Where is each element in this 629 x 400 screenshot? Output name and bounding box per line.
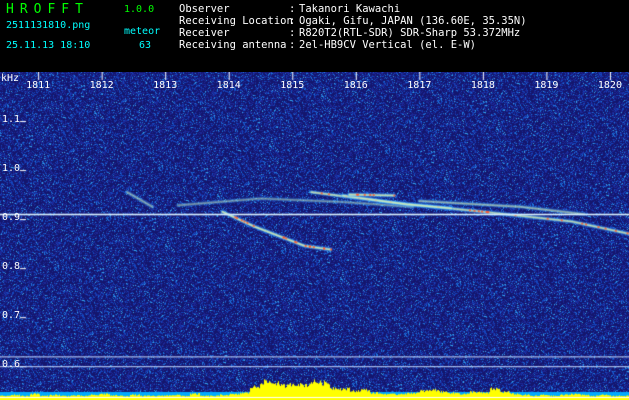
info-key-observer: Observer <box>179 3 230 15</box>
x-tick-label: 1820 <box>597 80 622 91</box>
x-tick-label: 1819 <box>534 80 559 91</box>
info-sep-location: : <box>289 15 296 27</box>
info-key-antenna: Receiving antenna <box>179 39 287 51</box>
date-time: 25.11.13 18:10 <box>6 40 91 51</box>
file-name: 2511131810.png <box>6 20 91 31</box>
y-tick-label: 0.6 <box>2 359 21 371</box>
x-tick-label: 1817 <box>407 80 432 91</box>
x-tick-label: 1814 <box>216 80 241 91</box>
info-value-location: Ogaki, Gifu, JAPAN (136.60E, 35.35N) <box>299 15 527 27</box>
info-sep-antenna: : <box>289 39 296 51</box>
y-axis-unit-label: kHz <box>1 73 20 84</box>
info-sep-receiver: : <box>289 27 296 39</box>
info-sep-observer: : <box>289 3 296 15</box>
info-value-antenna: 2el-HB9CV Vertical (el. E-W) <box>299 39 477 51</box>
app-name: HROFFT <box>6 2 89 17</box>
x-tick-label: 1813 <box>153 80 178 91</box>
app-version: 1.0.0 <box>124 4 155 15</box>
y-tick-label: 1.1 <box>2 114 21 126</box>
spectrogram-plot <box>0 72 629 400</box>
x-tick-label: 1811 <box>26 80 51 91</box>
x-tick-label: 1812 <box>89 80 114 91</box>
info-value-observer: Takanori Kawachi <box>299 3 401 15</box>
y-tick-label: 0.9 <box>2 212 21 224</box>
y-tick-label: 0.8 <box>2 261 21 273</box>
info-key-receiver: Receiver <box>179 27 230 39</box>
x-tick-label: 1816 <box>343 80 368 91</box>
x-tick-label: 1818 <box>470 80 495 91</box>
info-value-receiver: R820T2(RTL-SDR) SDR-Sharp 53.372MHz <box>299 27 521 39</box>
y-tick-label: 0.7 <box>2 310 21 322</box>
info-key-location: Receiving Location <box>179 15 293 27</box>
x-tick-label: 1815 <box>280 80 305 91</box>
mode-label: meteor <box>124 26 161 37</box>
meteor-count: 63 <box>139 40 152 51</box>
header-panel: HROFFT 1.0.0 2511131810.png meteor 25.11… <box>0 0 629 72</box>
y-tick-label: 1.0 <box>2 163 21 175</box>
